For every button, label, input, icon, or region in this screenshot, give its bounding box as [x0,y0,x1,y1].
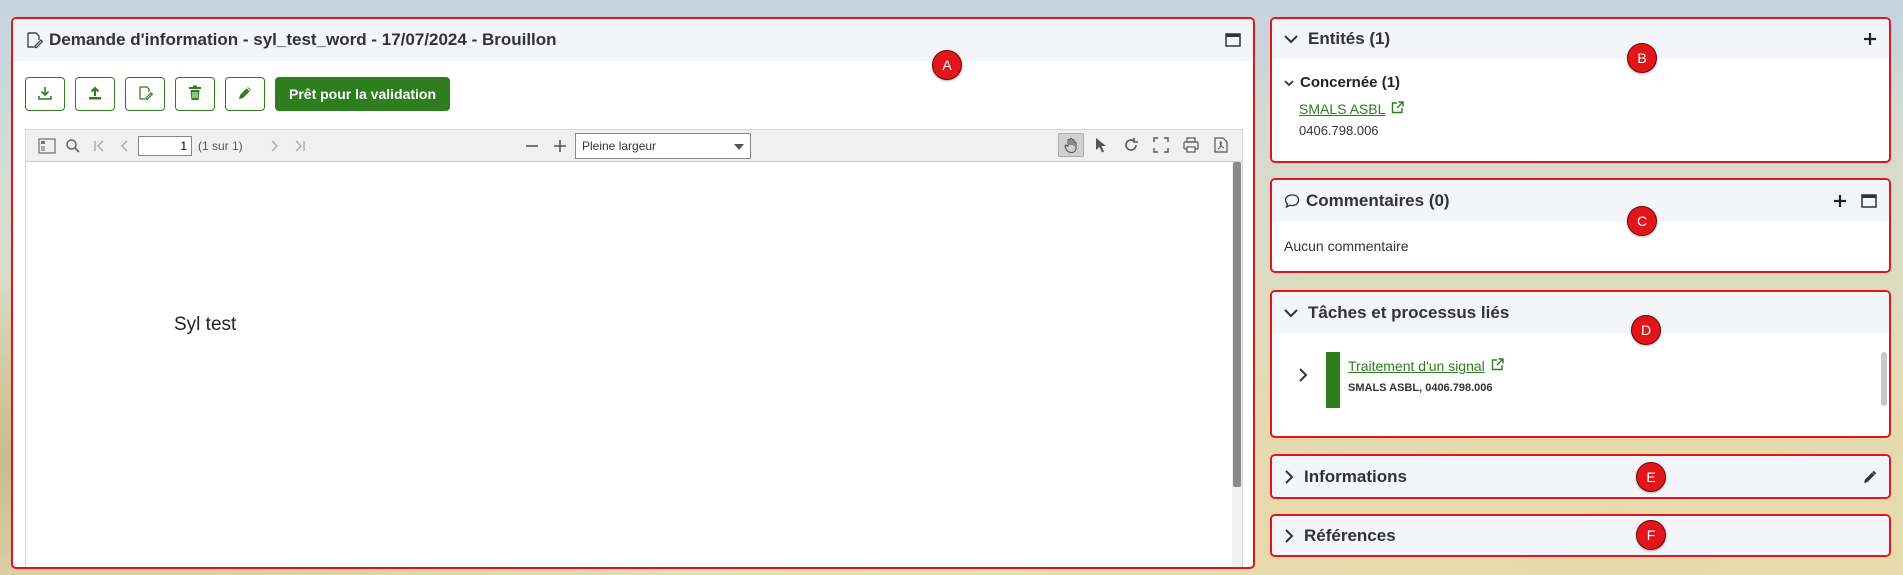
references-header[interactable]: Références [1272,516,1889,555]
last-page-icon[interactable] [287,134,313,158]
marker-d: D [1631,315,1661,345]
edit-document-icon [25,31,43,49]
pdf-viewer: (1 sur 1) Pleine largeur Syl [25,129,1243,567]
download-icon [37,85,53,104]
page-count: (1 sur 1) [198,138,243,153]
external-link-icon[interactable] [1491,358,1504,374]
add-comment-icon[interactable] [1833,194,1847,208]
viewer-scroll-thumb[interactable] [1233,162,1241,487]
marker-b: B [1627,43,1657,73]
pdf-viewer-toolbar: (1 sur 1) Pleine largeur [26,130,1242,162]
previous-page-icon[interactable] [112,134,138,158]
chevron-down-icon [1284,308,1298,318]
entity-link[interactable]: SMALS ASBL [1299,101,1385,117]
chevron-down-icon [1284,34,1298,44]
first-page-icon[interactable] [86,134,112,158]
marker-c: C [1627,206,1657,236]
fullscreen-icon[interactable] [1148,133,1174,157]
marker-e: E [1636,462,1666,492]
edit-document-icon [137,85,154,104]
marker-a: A [932,50,962,80]
tasks-scrollbar[interactable] [1881,352,1887,406]
informations-panel: Informations [1270,454,1891,499]
chevron-down-icon [734,139,744,153]
page-number-input[interactable] [138,135,192,156]
references-panel: Références [1270,514,1891,557]
marker-f: F [1636,520,1666,550]
zoom-in-icon[interactable] [547,134,573,158]
pencil-icon [237,85,253,104]
add-entity-icon[interactable] [1863,32,1877,46]
hand-tool-icon[interactable] [1058,133,1084,157]
comments-title: Commentaires (0) [1306,191,1450,210]
download-pdf-icon[interactable] [1208,133,1234,157]
chevron-right-icon [1284,528,1294,543]
document-title: Demande d'information - syl_test_word - … [49,30,557,49]
external-link-icon[interactable] [1391,101,1405,117]
no-comment-text: Aucun commentaire [1284,238,1409,254]
zoom-value: Pleine largeur [582,139,657,153]
sidebar-toggle-icon[interactable] [34,134,60,158]
ready-for-validation-button[interactable]: Prêt pour la validation [275,77,451,111]
trash-icon [188,85,202,104]
document-toolbar: Prêt pour la validation [13,61,1253,123]
maximize-icon[interactable] [1861,194,1877,208]
comment-icon [1284,193,1300,209]
delete-button[interactable] [175,77,215,111]
document-text: Syl test [174,314,237,335]
document-page: Syl test [26,162,1242,567]
download-button[interactable] [25,77,65,111]
chevron-down-icon [1284,79,1294,87]
chevron-right-icon [1284,469,1294,484]
print-icon[interactable] [1178,133,1204,157]
task-status-bar [1326,352,1340,408]
entities-title: Entités (1) [1308,29,1391,48]
entities-header[interactable]: Entités (1) [1272,19,1889,59]
viewer-scrollbar[interactable] [1232,162,1242,567]
cursor-tool-icon[interactable] [1088,133,1114,157]
comments-header[interactable]: Commentaires (0) [1272,180,1889,222]
task-entity: SMALS ASBL, 0406.798.006 [1348,382,1493,394]
zoom-select[interactable]: Pleine largeur [575,133,751,159]
informations-header[interactable]: Informations [1272,456,1889,497]
references-title: Références [1304,525,1396,545]
rotate-icon[interactable] [1118,133,1144,157]
entity-number: 0406.798.006 [1299,123,1379,138]
concerned-group[interactable]: Concernée (1) [1284,74,1889,91]
tasks-panel: Tâches et processus liés Traitement d'un… [1270,290,1891,438]
task-item: Traitement d'un signal SMALS ASBL, 0406.… [1272,334,1889,434]
pencil-icon[interactable] [1863,470,1877,484]
next-page-icon[interactable] [261,134,287,158]
tasks-title: Tâches et processus liés [1308,303,1510,322]
tasks-header[interactable]: Tâches et processus liés [1272,292,1889,334]
maximize-icon[interactable] [1225,33,1241,47]
chevron-right-icon[interactable] [1298,368,1308,385]
task-link[interactable]: Traitement d'un signal [1348,358,1485,374]
entities-panel: Entités (1) Concernée (1) SMALS ASBL 040… [1270,17,1891,163]
document-panel-header: Demande d'information - syl_test_word - … [13,19,1253,61]
comments-panel: Commentaires (0) Aucun commentaire [1270,178,1891,273]
edit-document-button[interactable] [125,77,165,111]
informations-title: Informations [1304,466,1407,486]
concerned-group-label: Concernée (1) [1300,74,1401,91]
upload-icon [87,85,103,104]
edit-button[interactable] [225,77,265,111]
zoom-out-icon[interactable] [519,134,545,158]
document-panel: Demande d'information - syl_test_word - … [11,17,1255,569]
search-icon[interactable] [60,134,86,158]
upload-button[interactable] [75,77,115,111]
